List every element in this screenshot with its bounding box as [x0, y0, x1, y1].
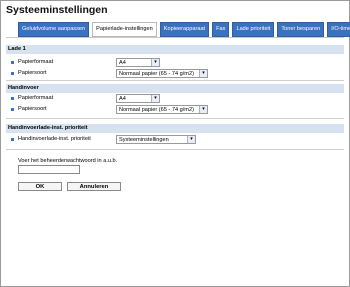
select-papierformaat-handinvoer[interactable]: A4 ▾	[116, 94, 160, 103]
cancel-button[interactable]: Annuleren	[67, 182, 121, 191]
tab-lade-prioriteit[interactable]: Lade prioriteit	[232, 22, 275, 37]
dropdown-arrow-icon: ▾	[199, 106, 207, 113]
section-header-handinvoerlade-prioriteit: Handinvoerlade-inst. prioriteit	[6, 124, 344, 133]
page-title: Systeeminstellingen	[6, 4, 108, 16]
tab-kopieerapparaat[interactable]: Kopieerapparaat	[159, 22, 210, 37]
row-label: Papierformaat	[18, 59, 54, 65]
row-papiersoort-handinvoer: Papiersoort	[11, 104, 47, 114]
row-papierformaat-lade-1: Papierformaat	[11, 57, 53, 67]
bullet-icon	[11, 107, 14, 111]
select-value: A4	[119, 60, 126, 66]
section-divider	[6, 118, 344, 119]
row-label: Papiersoort	[18, 106, 47, 112]
tab-geluidvolume-aanpassen[interactable]: Geluidvolume aanpassen	[18, 22, 90, 37]
section-divider	[6, 80, 344, 81]
dropdown-arrow-icon: ▾	[151, 95, 159, 102]
ok-button[interactable]: OK	[18, 182, 62, 191]
select-papierformaat-lade-1[interactable]: A4 ▾	[116, 58, 160, 67]
dropdown-arrow-icon: ▾	[199, 70, 207, 77]
select-papiersoort-lade-1[interactable]: Normaal papier (65 - 74 g/m2) ▾	[116, 69, 208, 78]
row-label: Papiersoort	[18, 70, 47, 76]
tab-toner-besparen[interactable]: Toner besparen	[277, 22, 325, 37]
select-value: Normaal papier (65 - 74 g/m2)	[119, 71, 194, 77]
tab-fax[interactable]: Fax	[212, 22, 230, 37]
admin-password-input[interactable]	[18, 165, 80, 174]
section-header-lade-1: Lade 1	[6, 45, 344, 54]
tab-bar: Geluidvolume aanpassen Papierlade-instel…	[18, 22, 350, 37]
bullet-icon	[11, 137, 14, 141]
app-window: Systeeminstellingen Geluidvolume aanpass…	[0, 0, 350, 287]
row-papiersoort-lade-1: Papiersoort	[11, 68, 47, 78]
bullet-icon	[11, 60, 14, 64]
row-label: Papierformaat	[18, 95, 54, 101]
select-value: Systeeminstellingen	[119, 137, 169, 143]
section-divider	[6, 149, 344, 150]
row-label: Handinvoerlade-inst. prioriteit	[18, 136, 91, 142]
password-prompt: Voer het beheerderwachtwoord in a.u.b.	[18, 158, 118, 164]
select-value: Normaal papier (65 - 74 g/m2)	[119, 107, 194, 113]
tab-papierlade-instellingen[interactable]: Papierlade-instellingen	[92, 22, 157, 37]
select-value: A4	[119, 96, 126, 102]
select-papiersoort-handinvoer[interactable]: Normaal papier (65 - 74 g/m2) ▾	[116, 105, 208, 114]
row-handinvoerlade-prioriteit: Handinvoerlade-inst. prioriteit	[11, 134, 91, 144]
dropdown-arrow-icon: ▾	[151, 59, 159, 66]
section-header-handinvoer: Handinvoer	[6, 84, 344, 93]
tab-io-time-out[interactable]: I/O-time-out	[327, 22, 350, 37]
select-handinvoerlade-prioriteit[interactable]: Systeeminstellingen ▾	[116, 135, 196, 144]
dropdown-arrow-icon: ▾	[187, 136, 195, 143]
bullet-icon	[11, 71, 14, 75]
content-top-divider	[6, 37, 344, 38]
bullet-icon	[11, 96, 14, 100]
row-papierformaat-handinvoer: Papierformaat	[11, 93, 53, 103]
